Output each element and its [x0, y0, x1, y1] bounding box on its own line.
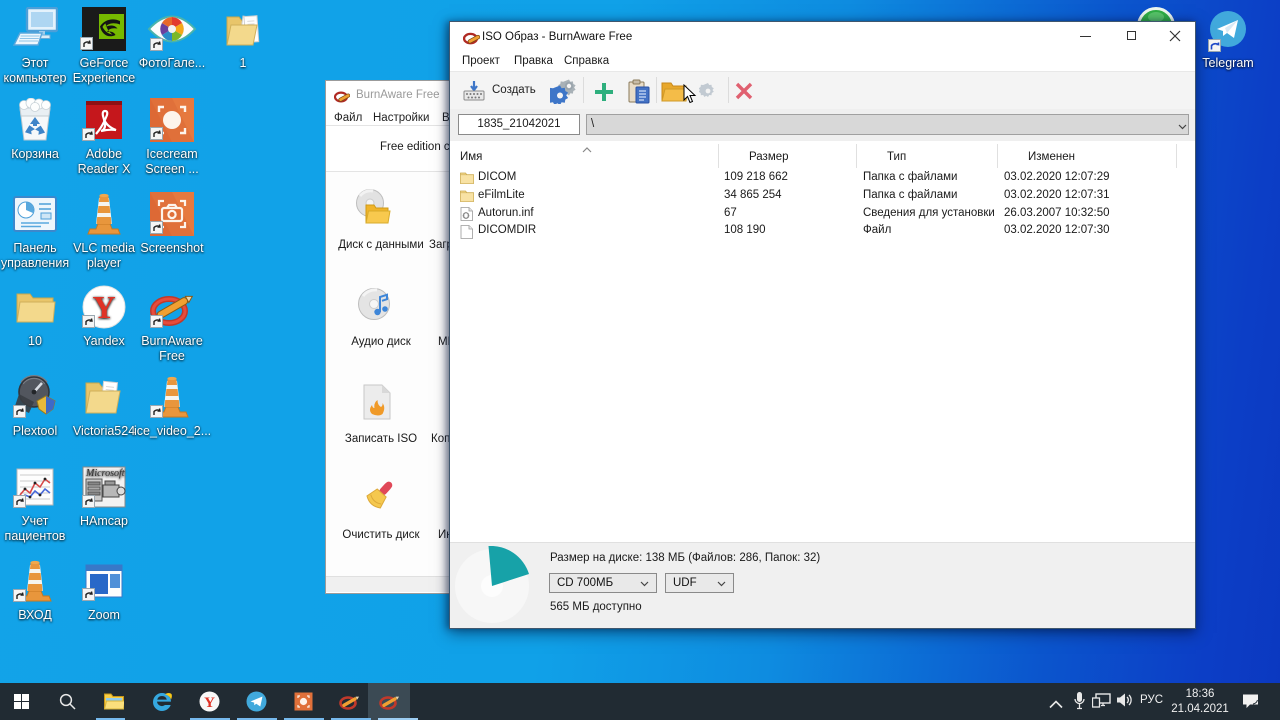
- svg-text:Y: Y: [92, 289, 115, 325]
- svg-text:Microsoft: Microsoft: [85, 468, 125, 479]
- svg-text:Y: Y: [204, 695, 215, 711]
